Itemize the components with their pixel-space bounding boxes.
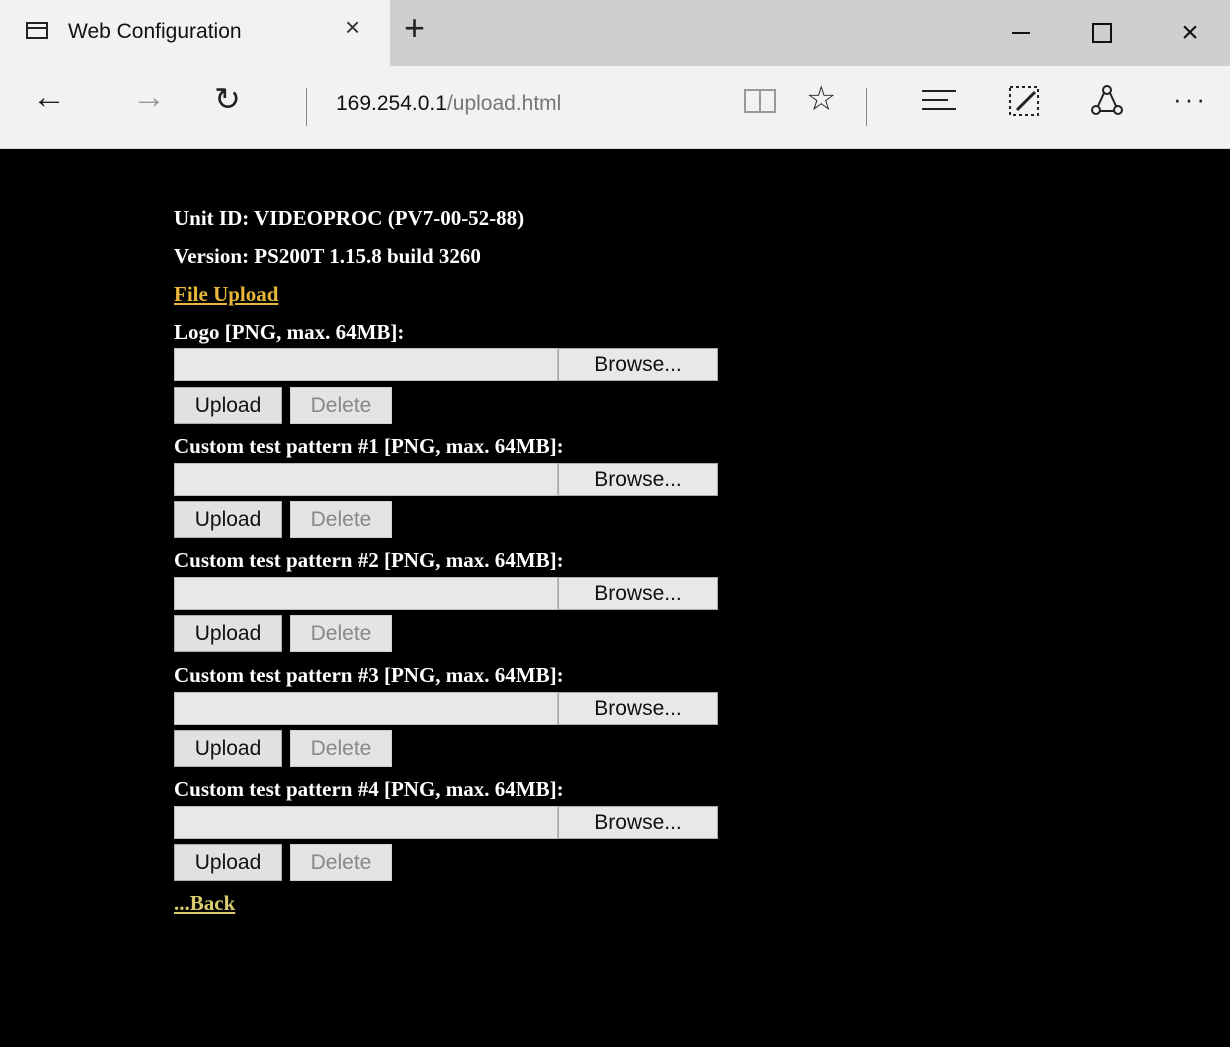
web-note-icon[interactable] <box>1007 84 1043 120</box>
tab-page-icon <box>26 22 48 39</box>
upload-label-logo: Logo [PNG, max. 64MB]: <box>174 320 405 344</box>
refresh-icon[interactable]: ↻ <box>214 83 241 115</box>
delete-button-logo: Delete <box>290 387 392 424</box>
url-path: /upload.html <box>446 92 562 115</box>
browse-button[interactable]: Browse... <box>558 692 718 725</box>
browser-title-bar: Web Configuration × + × <box>0 0 1230 66</box>
file-picker-pattern-2[interactable]: Browse... <box>174 577 718 610</box>
browser-nav-bar: ← → ↻ 169.254.0.1/upload.html ☆ ··· <box>0 66 1230 149</box>
upload-label-pattern-1: Custom test pattern #1 [PNG, max. 64MB]: <box>174 434 564 458</box>
browse-button[interactable]: Browse... <box>558 806 718 839</box>
delete-button-pattern-3: Delete <box>290 730 392 767</box>
upload-label-pattern-3: Custom test pattern #3 [PNG, max. 64MB]: <box>174 663 564 687</box>
new-tab-button[interactable]: + <box>404 10 425 46</box>
file-path-field[interactable] <box>174 692 558 725</box>
upload-button-pattern-4[interactable]: Upload <box>174 844 282 881</box>
upload-button-pattern-1[interactable]: Upload <box>174 501 282 538</box>
file-path-field[interactable] <box>174 806 558 839</box>
file-path-field[interactable] <box>174 577 558 610</box>
upload-button-pattern-2[interactable]: Upload <box>174 615 282 652</box>
more-options-icon[interactable]: ··· <box>1173 84 1208 115</box>
favorite-star-icon[interactable]: ☆ <box>806 82 836 116</box>
minimize-button[interactable] <box>985 0 1057 66</box>
tab-title: Web Configuration <box>68 20 242 43</box>
delete-button-pattern-4: Delete <box>290 844 392 881</box>
upload-button-pattern-3[interactable]: Upload <box>174 730 282 767</box>
browse-button[interactable]: Browse... <box>558 577 718 610</box>
file-picker-pattern-4[interactable]: Browse... <box>174 806 718 839</box>
forward-arrow-icon[interactable]: → <box>132 80 166 114</box>
version-text: Version: PS200T 1.15.8 build 3260 <box>174 244 481 268</box>
hub-icon[interactable] <box>922 90 956 110</box>
delete-button-pattern-1: Delete <box>290 501 392 538</box>
address-bar[interactable]: 169.254.0.1/upload.html <box>336 92 561 116</box>
browse-button[interactable]: Browse... <box>558 348 718 381</box>
file-upload-link[interactable]: File Upload <box>174 282 278 307</box>
address-divider <box>306 88 307 126</box>
window-close-button[interactable]: × <box>1154 0 1226 66</box>
delete-button-pattern-2: Delete <box>290 615 392 652</box>
file-picker-pattern-3[interactable]: Browse... <box>174 692 718 725</box>
back-link[interactable]: ...Back <box>174 891 235 916</box>
maximize-button[interactable] <box>1066 0 1138 66</box>
browser-tab[interactable]: Web Configuration × <box>0 0 390 66</box>
reading-view-icon[interactable] <box>744 88 776 114</box>
tab-close-icon[interactable]: × <box>345 14 360 40</box>
upload-label-pattern-2: Custom test pattern #2 [PNG, max. 64MB]: <box>174 548 564 572</box>
unit-id-text: Unit ID: VIDEOPROC (PV7-00-52-88) <box>174 206 525 230</box>
file-path-field[interactable] <box>174 463 558 496</box>
back-arrow-icon[interactable]: ← <box>32 80 66 114</box>
file-picker-pattern-1[interactable]: Browse... <box>174 463 718 496</box>
upload-button-logo[interactable]: Upload <box>174 387 282 424</box>
url-host: 169.254.0.1 <box>336 92 447 115</box>
share-icon[interactable] <box>1090 84 1124 118</box>
browse-button[interactable]: Browse... <box>558 463 718 496</box>
toolbar-divider <box>866 88 867 126</box>
file-path-field[interactable] <box>174 348 558 381</box>
file-picker-logo[interactable]: Browse... <box>174 348 718 381</box>
upload-label-pattern-4: Custom test pattern #4 [PNG, max. 64MB]: <box>174 777 564 801</box>
